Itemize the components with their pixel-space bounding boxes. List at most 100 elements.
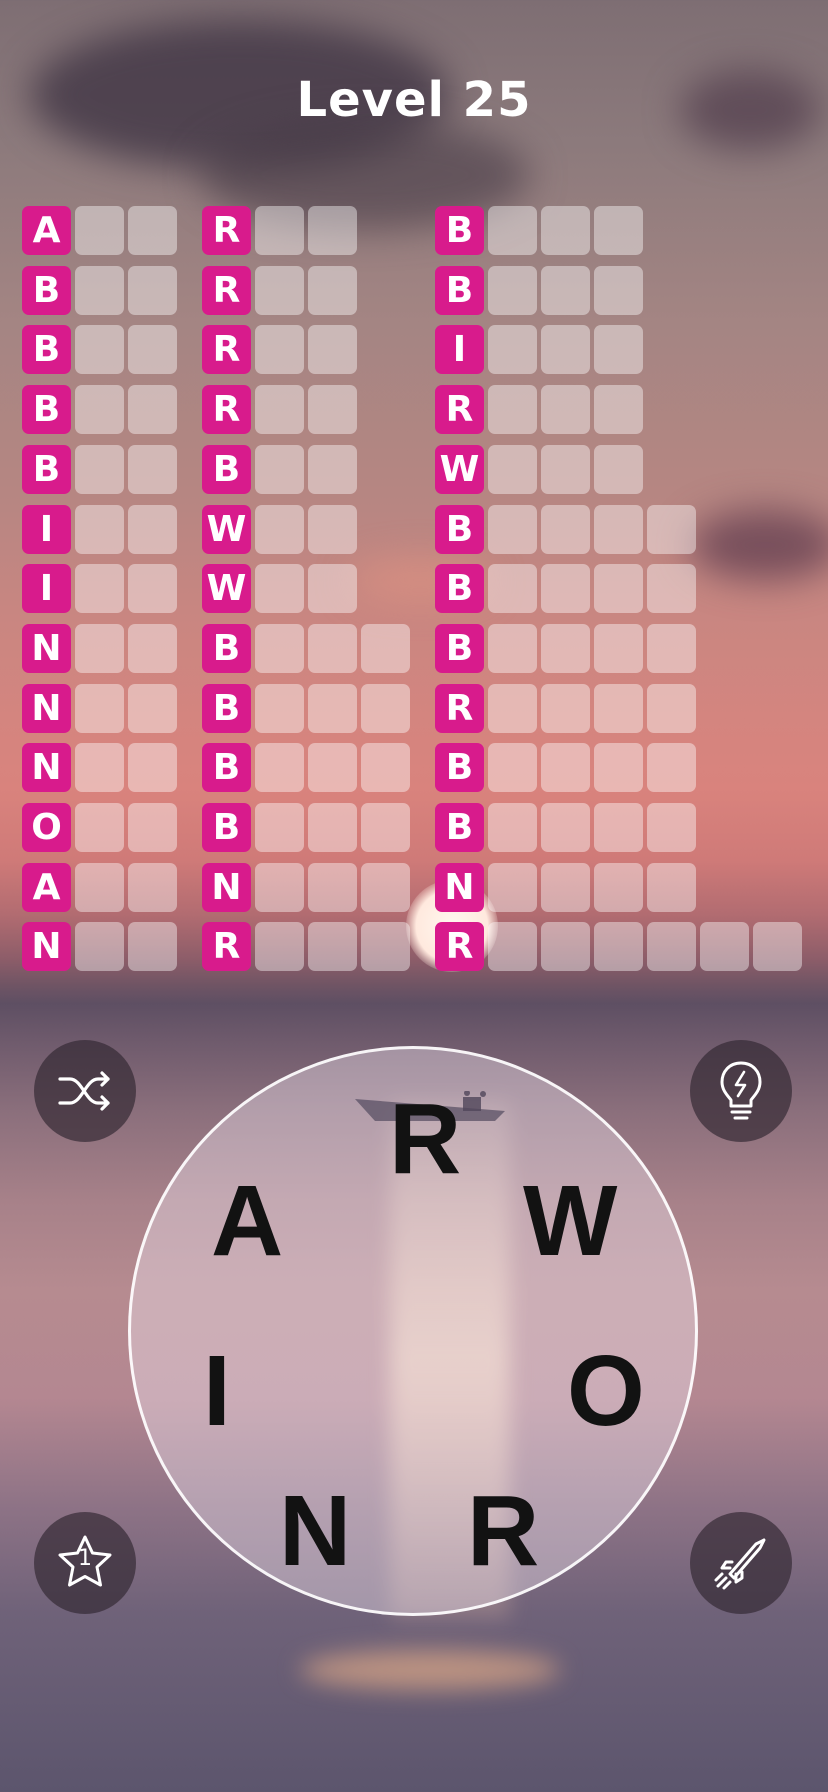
empty-letter-cell (647, 803, 696, 852)
empty-letter-cell (647, 683, 696, 733)
revealed-letter-cell: I (22, 504, 71, 554)
empty-letter-cell (75, 504, 124, 554)
wheel-letter-top[interactable]: R (389, 1089, 461, 1189)
cloud-decoration (690, 510, 828, 580)
empty-letter-cell (488, 206, 537, 255)
empty-letter-cell (75, 743, 124, 793)
empty-letter-cell (700, 922, 749, 972)
revealed-letter-cell: A (22, 206, 71, 255)
revealed-letter-cell: B (435, 623, 484, 673)
revealed-letter-cell: N (202, 862, 251, 912)
empty-letter-cell (647, 862, 696, 912)
revealed-letter-cell: R (202, 265, 251, 315)
revealed-letter-cell: I (435, 325, 484, 375)
empty-letter-cell (541, 265, 590, 315)
wheel-letter-right[interactable]: O (567, 1341, 645, 1441)
revealed-letter-cell: B (202, 683, 251, 733)
empty-letter-cell (308, 683, 357, 733)
revealed-letter-cell: R (435, 385, 484, 435)
revealed-letter-cell: B (435, 803, 484, 852)
empty-letter-cell (541, 504, 590, 554)
empty-letter-cell (361, 922, 410, 972)
empty-letter-cell (647, 922, 696, 972)
rocket-button[interactable] (690, 1512, 792, 1614)
bonus-words-button[interactable]: 1 (34, 1512, 136, 1614)
revealed-letter-cell: B (22, 265, 71, 315)
revealed-letter-cell: B (435, 504, 484, 554)
empty-letter-cell (594, 206, 643, 255)
revealed-letter-cell: N (22, 743, 71, 793)
empty-letter-cell (128, 444, 177, 494)
empty-letter-cell (255, 743, 304, 793)
empty-letter-cell (541, 444, 590, 494)
empty-letter-cell (488, 504, 537, 554)
empty-letter-cell (308, 325, 357, 375)
empty-letter-cell (128, 206, 177, 255)
empty-letter-cell (361, 683, 410, 733)
empty-letter-cell (255, 206, 304, 255)
empty-letter-cell (128, 385, 177, 435)
empty-letter-cell (308, 206, 357, 255)
wheel-letter-upper-left[interactable]: A (211, 1171, 283, 1271)
empty-letter-cell (255, 862, 304, 912)
empty-letter-cell (308, 564, 357, 614)
empty-letter-cell (541, 564, 590, 614)
empty-letter-cell (255, 265, 304, 315)
revealed-letter-cell: R (202, 385, 251, 435)
revealed-letter-cell: B (202, 803, 251, 852)
empty-letter-cell (75, 265, 124, 315)
revealed-letter-cell: R (202, 922, 251, 972)
empty-letter-cell (308, 803, 357, 852)
revealed-letter-cell: N (22, 922, 71, 972)
empty-letter-cell (308, 265, 357, 315)
empty-letter-cell (128, 862, 177, 912)
wheel-letter-upper-right[interactable]: W (523, 1171, 617, 1271)
wheel-letter-lower-right[interactable]: R (467, 1481, 539, 1581)
revealed-letter-cell: W (435, 444, 484, 494)
empty-letter-cell (594, 922, 643, 972)
empty-letter-cell (361, 803, 410, 852)
revealed-letter-cell: N (22, 683, 71, 733)
revealed-letter-cell: I (22, 564, 71, 614)
empty-letter-cell (541, 325, 590, 375)
letter-wheel[interactable]: R W O R N I A (128, 1046, 698, 1616)
wheel-letter-lower-left[interactable]: N (279, 1481, 351, 1581)
hint-button[interactable] (690, 1040, 792, 1142)
empty-letter-cell (255, 623, 304, 673)
empty-letter-cell (647, 504, 696, 554)
empty-letter-cell (594, 743, 643, 793)
empty-letter-cell (255, 385, 304, 435)
empty-letter-cell (75, 803, 124, 852)
empty-letter-cell (75, 683, 124, 733)
empty-letter-cell (75, 325, 124, 375)
empty-letter-cell (541, 743, 590, 793)
empty-letter-cell (255, 683, 304, 733)
revealed-letter-cell: B (202, 444, 251, 494)
empty-letter-cell (128, 325, 177, 375)
shuffle-button[interactable] (34, 1040, 136, 1142)
empty-letter-cell (128, 922, 177, 972)
level-title: Level 25 (296, 72, 532, 128)
empty-letter-cell (488, 444, 537, 494)
empty-letter-cell (361, 623, 410, 673)
revealed-letter-cell: R (435, 683, 484, 733)
revealed-letter-cell: B (22, 444, 71, 494)
empty-letter-cell (308, 504, 357, 554)
empty-letter-cell (361, 743, 410, 793)
empty-letter-cell (594, 803, 643, 852)
empty-letter-cell (488, 683, 537, 733)
empty-letter-cell (75, 206, 124, 255)
empty-letter-cell (594, 564, 643, 614)
empty-letter-cell (75, 385, 124, 435)
empty-letter-cell (488, 325, 537, 375)
empty-letter-cell (488, 385, 537, 435)
revealed-letter-cell: B (435, 265, 484, 315)
empty-letter-cell (308, 444, 357, 494)
empty-letter-cell (647, 623, 696, 673)
wheel-letter-left[interactable]: I (203, 1341, 231, 1441)
revealed-letter-cell: B (435, 743, 484, 793)
revealed-letter-cell: B (22, 385, 71, 435)
empty-letter-cell (541, 922, 590, 972)
revealed-letter-cell: B (202, 743, 251, 793)
empty-letter-cell (488, 265, 537, 315)
